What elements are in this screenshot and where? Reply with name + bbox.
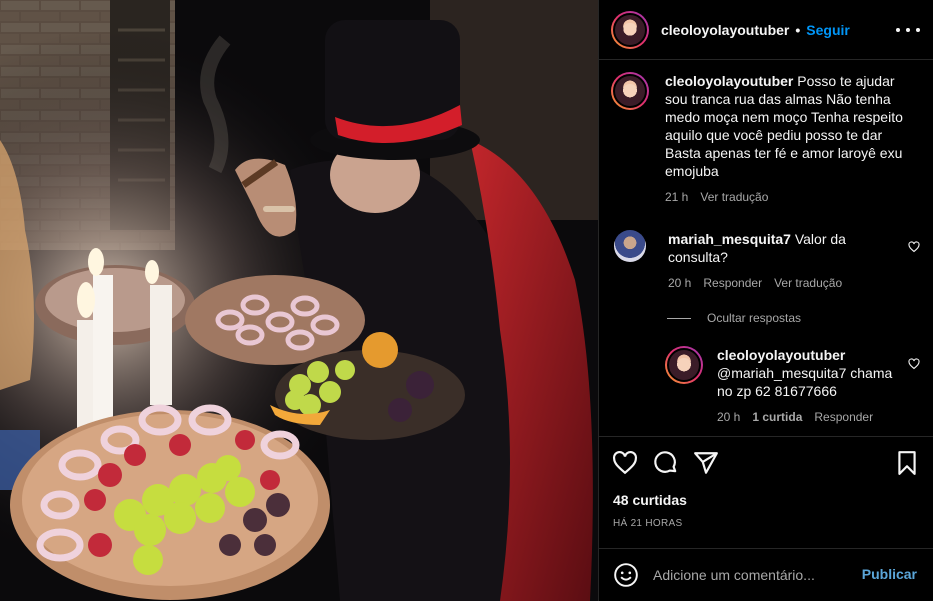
reply-avatar[interactable] [665, 346, 703, 384]
post-actions: 48 curtidas HÁ 21 HORAS [599, 436, 933, 548]
hide-replies-toggle[interactable]: Ocultar respostas [667, 311, 801, 325]
likes-count[interactable]: 48 curtidas [613, 492, 687, 508]
post-header: cleoloyolayoutuber • Seguir [599, 0, 933, 60]
author-username[interactable]: cleoloyolayoutuber [661, 22, 789, 38]
post-photo[interactable] [0, 0, 598, 601]
comments-list: cleoloyolayoutuber Posso te ajudar sou t… [599, 60, 933, 436]
photo-illustration [0, 0, 598, 601]
caption-time[interactable]: 21 h [665, 188, 688, 206]
caption-username[interactable]: cleoloyolayoutuber [665, 73, 793, 89]
reply-text: @mariah_mesquita7 chama no zp 62 8167766… [717, 365, 893, 399]
share-icon[interactable] [693, 450, 719, 476]
hide-replies-label: Ocultar respostas [707, 311, 802, 325]
caption: cleoloyolayoutuber Posso te ajudar sou t… [611, 72, 915, 206]
author-avatar[interactable] [611, 10, 649, 49]
comment-username[interactable]: mariah_mesquita7 [668, 231, 791, 247]
follow-button[interactable]: Seguir [806, 22, 850, 38]
more-options-icon[interactable] [896, 22, 920, 38]
bookmark-icon[interactable] [894, 450, 920, 476]
reply-like-heart-icon[interactable] [908, 358, 920, 370]
caption-translate-link[interactable]: Ver tradução [700, 188, 768, 206]
comment-icon[interactable] [653, 450, 679, 476]
comment-reply-link[interactable]: Responder [703, 274, 762, 292]
post-side-panel: cleoloyolayoutuber • Seguir cleoloyolayo… [598, 0, 933, 601]
comment-like-heart-icon[interactable] [908, 241, 920, 253]
add-comment-bar: Publicar [599, 548, 933, 601]
caption-avatar[interactable] [611, 72, 649, 110]
emoji-icon[interactable] [613, 562, 639, 588]
reply-likes-count[interactable]: 1 curtida [752, 408, 802, 426]
post-time-ago: HÁ 21 HORAS [613, 518, 683, 529]
reply-time[interactable]: 20 h [717, 408, 740, 426]
separator-dot: • [795, 21, 801, 38]
reply-username[interactable]: cleoloyolayoutuber [717, 347, 845, 363]
comment-input[interactable] [653, 563, 853, 587]
comment-translate-link[interactable]: Ver tradução [774, 274, 842, 292]
comment-item: mariah_mesquita7 Valor da consulta? 20 h… [611, 230, 888, 292]
reply-item: cleoloyolayoutuber @mariah_mesquita7 cha… [665, 346, 897, 426]
reply-reply-link[interactable]: Responder [814, 408, 873, 426]
publish-button[interactable]: Publicar [862, 566, 917, 582]
hide-replies-line [667, 317, 691, 319]
commenter-avatar[interactable] [614, 230, 646, 262]
heart-icon[interactable] [612, 450, 638, 476]
comment-time[interactable]: 20 h [668, 274, 691, 292]
